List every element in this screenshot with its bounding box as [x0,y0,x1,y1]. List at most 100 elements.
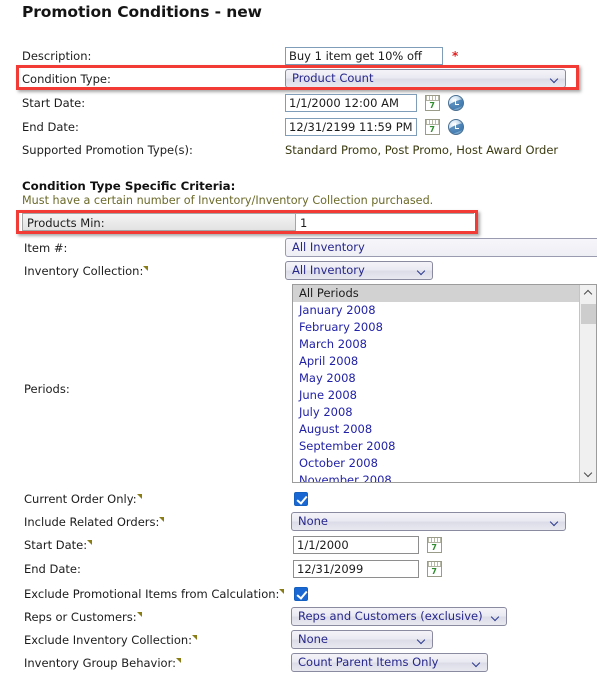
criteria-note: Must have a certain number of Inventory/… [22,194,434,207]
condition-type-label: Condition Type: [22,72,111,86]
row-supported-promotion-types: Supported Promotion Type(s): Standard Pr… [0,139,597,161]
description-label: Description: [22,49,92,63]
periods-listbox-scrollbar[interactable] [579,285,596,482]
start-date-label: Start Date: [22,96,86,110]
current-order-only-label-text: Current Order Only: [24,492,137,506]
help-marker-icon[interactable] [176,658,181,663]
reps-or-customers-label-text: Reps or Customers: [24,610,137,624]
periods-label: Periods: [24,382,70,396]
item-number-label: Item #: [24,241,68,255]
reps-or-customers-select[interactable]: Reps and Customers (exclusive) [291,607,507,626]
clock-icon[interactable] [448,95,465,111]
scroll-up-icon[interactable] [580,285,596,302]
start-date-input[interactable]: 1/1/2000 12:00 AM [285,94,417,112]
current-order-only-label: Current Order Only: [24,488,142,510]
include-related-orders-select-value: None [298,514,329,528]
exclude-inventory-collection-select[interactable]: None [291,630,433,649]
page-title-sub: new [226,3,262,21]
periods-list-item[interactable]: April 2008 [293,353,579,370]
periods-list-item[interactable]: March 2008 [293,336,579,353]
supported-promotion-types-value: Standard Promo, Post Promo, Host Award O… [285,143,559,157]
criteria-start-date-label: Start Date: [24,534,93,556]
page-title-separator: - [209,3,227,21]
help-marker-icon[interactable] [136,612,142,617]
periods-listbox[interactable]: All Periods January 2008 February 2008 Marc… [292,284,597,483]
calendar-icon[interactable]: 7 [426,537,442,553]
row-reps-or-customers: Reps or Customers: Reps and Customers (e… [0,606,597,628]
inventory-group-behavior-select[interactable]: Count Parent Items Only [291,653,488,672]
chevron-down-icon [473,660,482,666]
current-order-only-checkbox[interactable] [294,491,308,506]
chevron-down-icon [551,519,560,525]
row-end-date: End Date: 12/31/2199 11:59 PM 7 [0,116,597,138]
exclude-promotional-items-label-text: Exclude Promotional Items from Calculati… [24,587,280,601]
exclude-promotional-items-label: Exclude Promotional Items from Calculati… [24,583,285,605]
calendar-icon-day: 7 [429,125,435,134]
row-products-min: Products Min: 1 [0,213,597,232]
periods-list-item[interactable]: October 2008 [293,455,579,472]
inventory-collection-select-value: All Inventory [292,263,365,277]
periods-list-item[interactable]: February 2008 [293,319,579,336]
promotion-conditions-form: Promotion Conditions - new Description: … [0,0,597,679]
exclude-promotional-items-checkbox[interactable] [294,586,308,601]
help-marker-icon[interactable] [192,635,198,640]
inventory-collection-label-text: Inventory Collection: [24,264,144,278]
chevron-down-icon [551,76,560,82]
page-title: Promotion Conditions - new [22,3,262,21]
row-description: Description: Buy 1 item get 10% off * [0,45,597,67]
calendar-icon[interactable]: 7 [424,119,440,135]
periods-list-item[interactable]: June 2008 [293,387,579,404]
periods-list-item[interactable]: July 2008 [293,404,579,421]
clock-icon[interactable] [448,119,465,135]
condition-type-select-value: Product Count [292,71,374,85]
periods-list-item[interactable]: May 2008 [293,370,579,387]
description-required-marker: * [452,49,459,63]
periods-listbox-items: All Periods January 2008 February 2008 Marc… [293,285,579,482]
chevron-down-icon [492,614,501,620]
row-current-order-only: Current Order Only: [0,488,597,510]
row-item-number: Item #: All Inventory [0,237,597,259]
chevron-down-icon [418,268,427,274]
inventory-group-behavior-label: Inventory Group Behavior: [24,652,181,674]
help-marker-icon[interactable] [87,540,93,545]
item-number-field[interactable]: All Inventory [285,238,597,257]
inventory-group-behavior-label-text: Inventory Group Behavior: [24,656,176,670]
calendar-icon[interactable]: 7 [426,561,442,577]
scroll-down-icon[interactable] [580,465,596,482]
row-criteria-end-date: End Date: 12/31/2099 7 [0,558,597,580]
criteria-heading: Condition Type Specific Criteria: [22,179,236,193]
scrollbar-thumb[interactable] [581,304,596,324]
row-include-related-orders: Include Related Orders: None [0,511,597,533]
calendar-icon-day: 7 [431,567,437,576]
reps-or-customers-label: Reps or Customers: [24,606,142,628]
description-input[interactable]: Buy 1 item get 10% off [285,47,443,65]
inventory-group-behavior-select-value: Count Parent Items Only [298,655,439,669]
inventory-collection-select[interactable]: All Inventory [285,261,433,280]
end-date-label: End Date: [22,120,79,134]
periods-list-item[interactable]: September 2008 [293,438,579,455]
help-marker-icon[interactable] [143,266,149,271]
end-date-input[interactable]: 12/31/2199 11:59 PM [285,118,417,136]
condition-type-select[interactable]: Product Count [285,69,566,88]
products-min-band: Products Min: 1 [22,213,474,232]
exclude-inventory-collection-label-text: Exclude Inventory Collection: [24,633,193,647]
exclude-inventory-collection-select-value: None [298,632,329,646]
row-inventory-collection: Inventory Collection: All Inventory [0,260,597,282]
calendar-icon[interactable]: 7 [424,95,440,111]
calendar-icon-day: 7 [429,101,435,110]
criteria-end-date-input[interactable]: 12/31/2099 [293,560,419,578]
periods-list-item[interactable]: November 2008 [293,472,579,482]
row-criteria-start-date: Start Date: 1/1/2000 7 [0,534,597,556]
help-marker-icon[interactable] [159,517,165,522]
products-min-input[interactable]: 1 [295,214,474,232]
criteria-start-date-input[interactable]: 1/1/2000 [293,536,419,554]
include-related-orders-select[interactable]: None [291,512,566,531]
criteria-end-date-label: End Date: [24,562,81,576]
criteria-start-date-label-text: Start Date: [24,538,88,552]
periods-list-item[interactable]: August 2008 [293,421,579,438]
periods-list-item[interactable]: January 2008 [293,302,579,319]
periods-list-item[interactable]: All Periods [293,285,579,302]
row-inventory-group-behavior: Inventory Group Behavior: Count Parent I… [0,652,597,674]
help-marker-icon[interactable] [136,494,142,499]
help-marker-icon[interactable] [279,589,285,594]
